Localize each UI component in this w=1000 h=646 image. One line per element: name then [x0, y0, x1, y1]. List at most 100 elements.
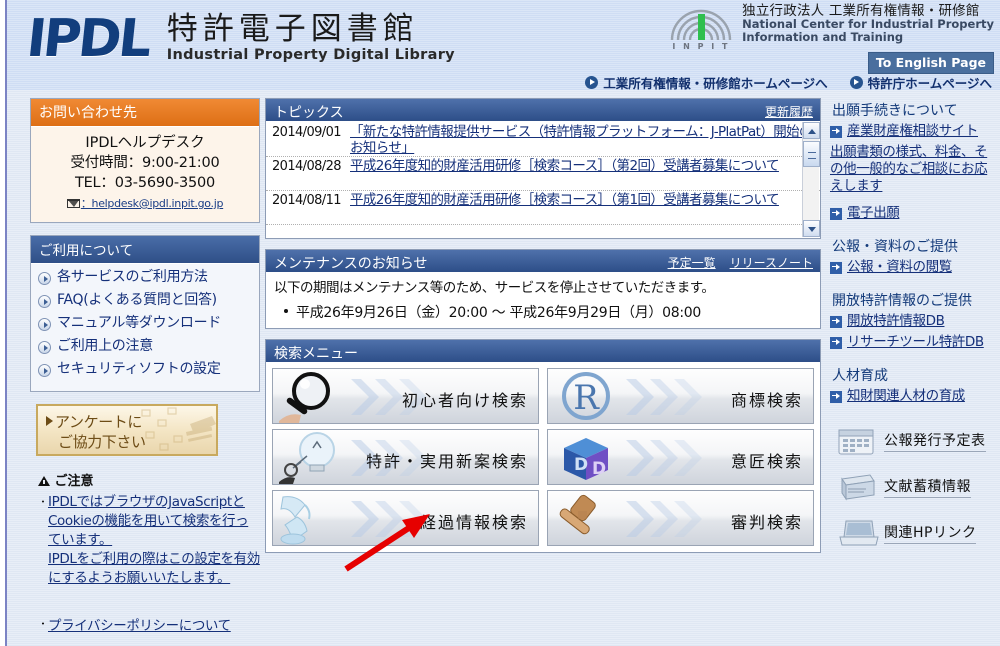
usage-item-security[interactable]: セキュリティソフトの設定 — [37, 361, 253, 383]
right-link-e-filing[interactable]: 電子出願 — [830, 205, 996, 222]
inpit-logo-icon: I N P I T — [668, 6, 734, 51]
header-link-jpo[interactable]: 特許庁ホームページへ — [849, 73, 992, 92]
usage-panel-body: 各サービスのご利用方法 FAQ(よくある質問と回答) マニュアル等ダウンロード … — [31, 264, 259, 391]
usage-item-manual[interactable]: マニュアル等ダウンロード — [37, 315, 253, 337]
topic-row[interactable]: 2014/08/11 平成26年度知的財産活用研修［検索コース］（第1回）受講者… — [266, 191, 820, 225]
topics-history-link[interactable]: 更新履歴 — [765, 103, 813, 120]
arrow-square-icon — [830, 208, 842, 220]
search-button-status[interactable]: 経過情報検索 — [272, 490, 539, 546]
caution-link-javascript[interactable]: IPDLではブラウザのJavaScriptとCookieの機能を用いて検索を行っ… — [48, 493, 260, 550]
caution-heading-label: ご注意 — [54, 474, 94, 489]
maintenance-window: 平成26年9月26日（金）20:00 ～ 平成26年9月29日（月）08:00 — [284, 302, 812, 322]
bullet-arrow-icon — [38, 295, 51, 308]
scrollbar-thumb[interactable] — [803, 141, 820, 167]
contact-email-row[interactable]: ：helpdesk@ipdl.inpit.go.jp — [35, 193, 255, 214]
left-sidebar: お問い合わせ先 IPDLヘルプデスク 受付時間：9:00-21:00 TEL：0… — [30, 98, 260, 634]
right-link-ip-hr[interactable]: 知財関連人材の育成 — [830, 388, 996, 405]
right-link-consult-site[interactable]: 産業財産権相談サイト — [830, 123, 996, 140]
right-link-consult-sub[interactable]: 出願書類の様式、料金、その他一般的なご相談にお応えします — [830, 144, 996, 195]
books-icon — [841, 474, 875, 501]
topics-header: トピックス 更新履歴 — [266, 99, 820, 121]
contact-hours: 受付時間：9:00-21:00 — [70, 155, 220, 171]
magnifier-icon — [279, 372, 330, 423]
questionnaire-banner[interactable]: アンケートに ご協力下さい — [36, 404, 218, 456]
design-cube-icon: D D — [564, 438, 608, 480]
right-link-consult-sub-label: 出願書類の様式、料金、その他一般的なご相談にお応えします — [830, 144, 988, 194]
search-menu-box: 検索メニュー 初心者向け検索 R 商標検索 特許・実用新案検索 D D 意匠検索… — [265, 339, 821, 553]
inpit-branding: I N P I T 独立行政法人 工業所有権情報・研修館 National Ce… — [668, 4, 994, 51]
search-button-trademark-label: 商標検索 — [730, 391, 803, 410]
right-link-gazette-view-label: 公報・資料の閲覧 — [847, 259, 952, 275]
arrow-square-icon — [830, 391, 842, 403]
gavel-icon — [559, 494, 596, 535]
page-root: IPDL 特許電子図書館 Industrial Property Digital… — [0, 0, 1000, 646]
topic-date: 2014/08/11 — [272, 193, 342, 208]
usage-item-services[interactable]: 各サービスのご利用方法 — [37, 269, 253, 291]
search-button-beginner[interactable]: 初心者向け検索 — [272, 368, 539, 424]
topic-row[interactable]: 2014/08/28 平成26年度知的財産活用研修［検索コース］（第2回）受講者… — [266, 157, 820, 191]
questionnaire-decoration — [141, 407, 216, 451]
to-english-page-button[interactable]: To English Page — [867, 52, 994, 74]
maintenance-header-links: 予定一覧 リリースノート — [668, 254, 813, 271]
search-button-status-label: 経過情報検索 — [419, 513, 528, 532]
svg-text:D: D — [592, 459, 606, 479]
play-circle-icon — [585, 76, 599, 89]
topic-link[interactable]: 平成26年度知的財産活用研修［検索コース］（第1回）受講者募集について — [350, 192, 820, 224]
search-button-patent-label: 特許・実用新案検索 — [365, 452, 528, 471]
topic-row[interactable]: 2014/09/01 「新たな特許情報提供サービス（特許情報プラットフォーム：J… — [266, 123, 820, 157]
bullet-arrow-icon — [38, 318, 51, 331]
search-button-beginner-label: 初心者向け検索 — [401, 391, 528, 410]
right-button-gazette-schedule-label: 公報発行予定表 — [884, 430, 986, 452]
maintenance-header: メンテナンスのお知らせ 予定一覧 リリースノート — [266, 250, 820, 272]
header-link-inpit[interactable]: 工業所有権情報・研修館ホームページへ — [585, 73, 828, 92]
topic-link[interactable]: 平成26年度知的財産活用研修［検索コース］（第2回）受講者募集について — [350, 158, 820, 190]
search-button-trial-label: 審判検索 — [730, 513, 803, 532]
maintenance-description: 以下の期間はメンテナンス等のため、サービスを停止させていただきます。 — [274, 280, 715, 296]
right-button-gazette-schedule[interactable]: 公報発行予定表 — [836, 421, 996, 461]
search-button-design[interactable]: D D 意匠検索 — [547, 429, 814, 485]
usage-item-faq[interactable]: FAQ(よくある質問と回答) — [37, 292, 253, 314]
svg-text:D: D — [574, 455, 588, 475]
chevron-up-icon[interactable] — [803, 122, 820, 139]
search-button-patent[interactable]: 特許・実用新案検索 — [272, 429, 539, 485]
site-title-block: 特許電子図書館 Industrial Property Digital Libr… — [167, 12, 455, 65]
maintenance-release-notes-link[interactable]: リリースノート — [730, 254, 813, 271]
play-circle-icon — [849, 76, 863, 89]
search-button-trademark[interactable]: R 商標検索 — [547, 368, 814, 424]
main-column: トピックス 更新履歴 2014/09/01 「新たな特許情報提供サービス（特許情… — [265, 98, 821, 563]
maintenance-title: メンテナンスのお知らせ — [274, 256, 428, 272]
header-link-inpit-label: 工業所有権情報・研修館ホームページへ — [603, 76, 828, 91]
warning-triangle-icon — [38, 476, 50, 486]
maintenance-box: メンテナンスのお知らせ 予定一覧 リリースノート 以下の期間はメンテナンス等のた… — [265, 249, 821, 329]
caution-body: ･ IPDLではブラウザのJavaScriptとCookieの機能を用いて検索を… — [40, 493, 260, 588]
topic-date: 2014/09/01 — [272, 125, 342, 140]
topics-scrollbar[interactable] — [802, 122, 820, 237]
right-link-gazette-view[interactable]: 公報・資料の閲覧 — [830, 259, 996, 276]
right-button-document-accumulation-label: 文献蓄積情報 — [884, 476, 971, 498]
usage-panel-title: ご利用について — [31, 236, 259, 264]
laptop-icon — [839, 520, 879, 546]
bullet-arrow-icon — [38, 341, 51, 354]
search-button-trial[interactable]: 審判検索 — [547, 490, 814, 546]
maintenance-body: 以下の期間はメンテナンス等のため、サービスを停止させていただきます。 平成26年… — [266, 272, 820, 328]
topic-link[interactable]: 「新たな特許情報提供サービス（特許情報プラットフォーム：J-PlatPat）開始… — [350, 124, 820, 156]
contact-email: ：helpdesk@ipdl.inpit.go.jp — [80, 197, 224, 210]
site-header: IPDL 特許電子図書館 Industrial Property Digital… — [7, 0, 1000, 92]
caution-link-settings[interactable]: IPDLをご利用の際はこの設定を有効にするようお願いいたします。 — [48, 550, 260, 588]
privacy-policy-link[interactable]: プライバシーポリシーについて — [48, 618, 231, 634]
calendar-icon — [838, 429, 874, 455]
maintenance-schedule-link[interactable]: 予定一覧 — [668, 254, 716, 271]
right-link-research-tool-db[interactable]: リサーチツール特許DB — [830, 334, 996, 351]
header-link-jpo-label: 特許庁ホームページへ — [867, 76, 992, 91]
site-logo[interactable]: IPDL 特許電子図書館 Industrial Property Digital… — [24, 9, 455, 69]
right-button-document-accumulation[interactable]: 文献蓄積情報 — [836, 467, 996, 507]
usage-item-notes[interactable]: ご利用上の注意 — [37, 338, 253, 360]
search-menu-grid: 初心者向け検索 R 商標検索 特許・実用新案検索 D D 意匠検索 経過情報検索… — [266, 362, 820, 552]
right-link-open-patent-db[interactable]: 開放特許情報DB — [830, 313, 996, 330]
chevron-down-icon[interactable] — [803, 220, 820, 237]
right-button-related-links[interactable]: 関連HPリンク — [836, 513, 996, 553]
questionnaire-line2: ご協力下さい — [58, 433, 146, 451]
